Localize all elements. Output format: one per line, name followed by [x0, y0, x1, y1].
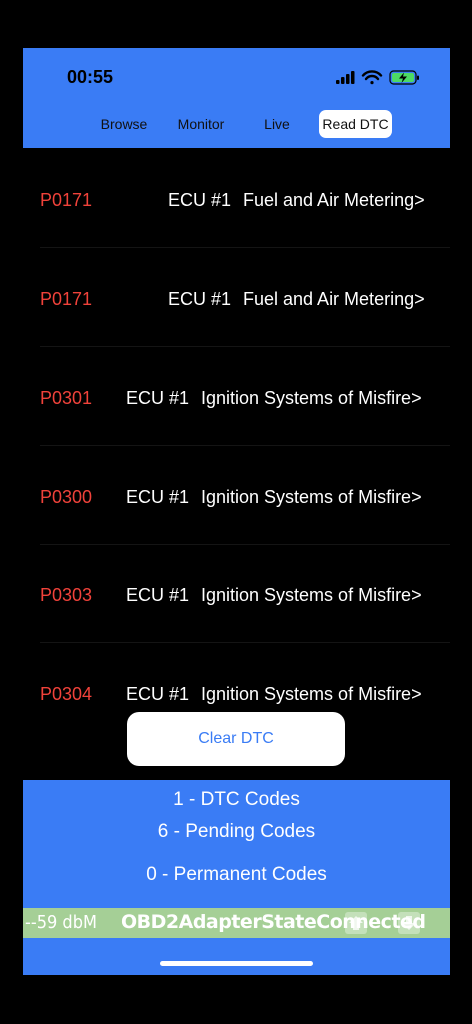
dtc-description: Fuel and Air Metering>	[243, 190, 425, 210]
dtc-ecu: ECU #1	[168, 289, 232, 309]
status-icons	[336, 70, 419, 85]
dtc-row[interactable]: P0171 ECU #1 Fuel and Air Metering>	[23, 249, 450, 347]
dtc-description: Ignition Systems of Misfire>	[201, 388, 422, 408]
tab-browse[interactable]: Browse	[90, 110, 158, 138]
header: 00:55 Browse Monitor Live Read DTC	[23, 48, 450, 148]
status-time: 00:55	[67, 67, 114, 87]
dtc-row[interactable]: P0301 ECU #1 Ignition Systems of Misfire…	[23, 348, 450, 446]
dtc-row[interactable]: P0300 ECU #1 Ignition Systems of Misfire…	[23, 447, 450, 545]
tab-read-dtc[interactable]: Read DTC	[319, 110, 392, 138]
wifi-icon	[361, 70, 383, 85]
home-indicator[interactable]	[160, 961, 313, 966]
dtc-ecu: ECU #1	[126, 388, 190, 408]
dtc-row[interactable]: P0303 ECU #1 Ignition Systems of Misfire…	[23, 545, 450, 643]
dtc-description: Fuel and Air Metering>	[243, 289, 425, 309]
dtc-code: P0171	[40, 190, 93, 210]
dtc-code: P0171	[40, 289, 93, 309]
adapter-status-bar: --59 dbM OBD2AdapterStateConnected	[23, 908, 450, 938]
segmented-tab-control: Browse Monitor Live Read DTC	[88, 107, 394, 141]
row-divider	[40, 346, 450, 347]
dtc-codes-count: 1 - DTC Codes	[173, 789, 300, 810]
download-arrow-icon	[398, 912, 420, 934]
dtc-description: Ignition Systems of Misfire>	[201, 487, 422, 507]
dtc-ecu: ECU #1	[126, 487, 190, 507]
battery-charging-icon	[389, 70, 419, 85]
pending-codes-count: 6 - Pending Codes	[157, 821, 316, 842]
adapter-state: OBD2AdapterStateConnected	[121, 911, 426, 933]
dtc-description: Ignition Systems of Misfire>	[201, 684, 422, 704]
signal-strength: --59 dbM	[25, 912, 97, 933]
dtc-code: P0304	[40, 684, 93, 704]
dtc-description: Ignition Systems of Misfire>	[201, 585, 422, 605]
summary-panel: 1 - DTC Codes 6 - Pending Codes 0 - Perm…	[23, 780, 450, 975]
upload-arrow-icon	[345, 912, 367, 934]
dtc-code: P0301	[40, 388, 93, 408]
dtc-ecu: ECU #1	[126, 684, 190, 704]
row-divider	[40, 445, 450, 446]
tab-live[interactable]: Live	[243, 110, 311, 138]
cellular-signal-icon	[336, 71, 355, 84]
row-divider	[40, 247, 450, 248]
permanent-codes-count: 0 - Permanent Codes	[146, 864, 327, 885]
dtc-ecu: ECU #1	[168, 190, 232, 210]
app-screen: 00:55 Browse Monitor Live Read DTC P0171…	[23, 48, 450, 975]
row-divider	[40, 642, 450, 643]
dtc-ecu: ECU #1	[126, 585, 190, 605]
dtc-code: P0303	[40, 585, 93, 605]
tab-monitor[interactable]: Monitor	[166, 110, 236, 138]
dtc-row[interactable]: P0171 ECU #1 Fuel and Air Metering>	[23, 150, 450, 248]
dtc-code: P0300	[40, 487, 93, 507]
clear-dtc-button[interactable]: Clear DTC	[127, 712, 345, 766]
